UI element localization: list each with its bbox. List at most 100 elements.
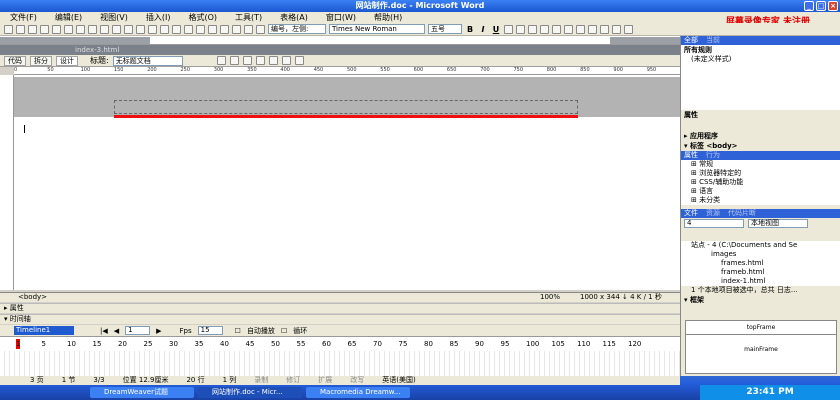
word-ruler[interactable] — [0, 36, 680, 45]
validate-icon[interactable] — [281, 56, 291, 65]
timeline-select[interactable]: Timeline1 — [14, 326, 74, 335]
application-panel-header[interactable]: ▸ 应用程序 — [681, 131, 840, 141]
permission-icon[interactable] — [40, 24, 49, 34]
tag-selector[interactable]: <body> — [18, 293, 47, 302]
top-frame-label[interactable]: topFrame — [686, 321, 836, 335]
indent-icon[interactable] — [600, 24, 609, 34]
tag-inspector-header[interactable]: ▾ 标签 <body> — [681, 141, 840, 151]
css-tab-current[interactable]: 当前 — [706, 36, 720, 45]
menu-format[interactable]: 格式(O) — [188, 12, 217, 23]
drawing-icon[interactable] — [232, 24, 241, 34]
file-item[interactable]: index-1.html — [681, 277, 840, 286]
properties-panel-header[interactable]: ▸ 属性 — [0, 303, 680, 313]
status-rec[interactable]: 录制 — [254, 376, 268, 385]
menu-edit[interactable]: 编辑(E) — [55, 12, 82, 23]
file-item[interactable]: images — [681, 250, 840, 259]
menu-help[interactable]: 帮助(H) — [374, 12, 402, 23]
autoplay-checkbox[interactable]: ☐ — [235, 327, 241, 335]
print-icon[interactable] — [64, 24, 73, 34]
italic-button[interactable]: I — [478, 25, 488, 34]
bullets-icon[interactable] — [588, 24, 597, 34]
taskbar-word-button[interactable]: 网站制作.doc - Micr... — [198, 387, 302, 398]
back-icon[interactable]: ◀ — [114, 327, 119, 335]
preview-icon[interactable] — [76, 24, 85, 34]
timeline-channels[interactable] — [0, 351, 680, 377]
status-ext[interactable]: 扩展 — [318, 376, 332, 385]
undo-icon[interactable] — [148, 24, 157, 34]
files-tab[interactable]: 文件 — [684, 209, 698, 218]
columns-icon[interactable] — [220, 24, 229, 34]
status-trk[interactable]: 修订 — [286, 376, 300, 385]
status-ovr[interactable]: 改写 — [350, 376, 364, 385]
attr-tab-props[interactable]: 属性 — [684, 151, 698, 160]
attr-group-browser[interactable]: ⊞ 浏览器特定的 — [681, 169, 840, 178]
file-item[interactable]: frameb.html — [681, 268, 840, 277]
dw-design-canvas[interactable] — [14, 75, 680, 290]
menu-insert[interactable]: 插入(I) — [146, 12, 171, 23]
timeline-panel-header[interactable]: ▾ 时间轴 — [0, 314, 680, 324]
frames-panel-header[interactable]: ▾ 框架 — [681, 295, 840, 305]
css-tab-all[interactable]: 全部 — [684, 36, 698, 45]
menu-window[interactable]: 窗口(W) — [326, 12, 356, 23]
align-left-icon[interactable] — [528, 24, 537, 34]
menu-table[interactable]: 表格(A) — [280, 12, 308, 23]
excel-icon[interactable] — [208, 24, 217, 34]
code-view-button[interactable]: 代码 — [4, 55, 26, 66]
timeline-grid[interactable]: 1 5 10 15 20 25 30 35 40 45 50 55 60 65 70 75 80 85 90 95 10… — [0, 336, 680, 377]
system-tray-clock[interactable]: 23:41 PM — [700, 385, 840, 400]
rewind-icon[interactable]: |◀ — [100, 327, 108, 335]
view-options-icon[interactable] — [255, 56, 265, 65]
file-management-icon[interactable] — [216, 56, 226, 65]
zoom-select[interactable]: 100% — [540, 293, 560, 302]
menu-file[interactable]: 文件(F) — [10, 12, 37, 23]
refresh-icon[interactable] — [242, 56, 252, 65]
frames-preview[interactable]: topFrame mainFrame — [685, 320, 837, 374]
doc-map-icon[interactable] — [244, 24, 253, 34]
tables-icon[interactable] — [184, 24, 193, 34]
layer-outline[interactable] — [114, 100, 578, 114]
open-icon[interactable] — [16, 24, 25, 34]
taskbar-folder-button[interactable]: DreamWeaver试题 — [90, 387, 194, 398]
attr-group-css[interactable]: ⊞ CSS/辅助功能 — [681, 178, 840, 187]
char-border-icon[interactable] — [504, 24, 513, 34]
format-painter-icon[interactable] — [136, 24, 145, 34]
new-icon[interactable] — [4, 24, 13, 34]
title-field[interactable]: 无标题文档 — [112, 55, 183, 66]
snippets-tab[interactable]: 代码片断 — [728, 209, 756, 218]
align-center-icon[interactable] — [540, 24, 549, 34]
file-item[interactable]: frames.html — [681, 259, 840, 268]
bold-button[interactable]: B — [465, 25, 475, 34]
size-select[interactable]: 五号 — [428, 24, 462, 34]
split-view-button[interactable]: 拆分 — [30, 55, 52, 66]
maximize-icon[interactable]: □ — [816, 1, 826, 11]
show-hide-icon[interactable] — [256, 24, 265, 34]
minimize-icon[interactable]: _ — [804, 1, 814, 11]
menu-view[interactable]: 视图(V) — [100, 12, 128, 23]
main-frame-label[interactable]: mainFrame — [686, 335, 836, 365]
justify-icon[interactable] — [564, 24, 573, 34]
dw-doc-tab[interactable]: index-3.html — [75, 45, 119, 55]
site-root-item[interactable]: 站点 - 4 (C:\Documents and Se — [681, 241, 840, 250]
log-button[interactable]: 日志... — [777, 286, 798, 294]
forward-icon[interactable]: ▶ — [156, 327, 161, 335]
assets-tab[interactable]: 资源 — [706, 209, 720, 218]
font-color-icon[interactable] — [624, 24, 633, 34]
view-select[interactable]: 本地视图 — [748, 219, 808, 228]
spelling-icon[interactable] — [88, 24, 97, 34]
loop-checkbox[interactable]: ☐ — [281, 327, 287, 335]
attr-group-language[interactable]: ⊞ 语言 — [681, 187, 840, 196]
style-select[interactable]: 编号，左侧: — [268, 24, 326, 34]
attr-group-uncategorized[interactable]: ⊞ 未分类 — [681, 196, 840, 205]
frame-input[interactable]: 1 — [125, 326, 151, 335]
save-icon[interactable] — [28, 24, 37, 34]
redo-icon[interactable] — [160, 24, 169, 34]
char-shading-icon[interactable] — [516, 24, 525, 34]
cut-icon[interactable] — [100, 24, 109, 34]
paste-icon[interactable] — [124, 24, 133, 34]
attr-group-general[interactable]: ⊞ 常规 — [681, 160, 840, 169]
font-select[interactable]: Times New Roman — [329, 24, 425, 34]
email-icon[interactable] — [52, 24, 61, 34]
design-view-button[interactable]: 设计 — [56, 55, 78, 66]
hyperlink-icon[interactable] — [172, 24, 181, 34]
copy-icon[interactable] — [112, 24, 121, 34]
